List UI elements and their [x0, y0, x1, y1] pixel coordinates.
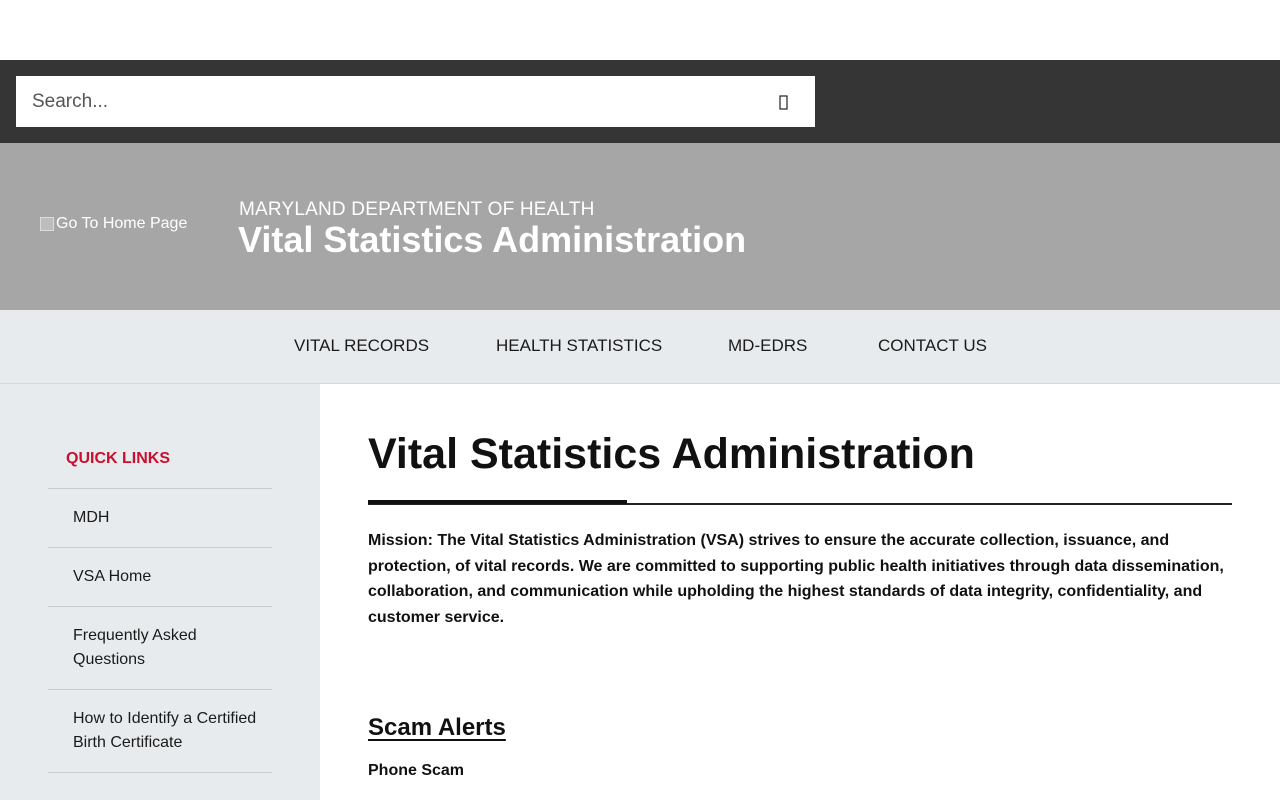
home-logo-link[interactable]: Go To Home Page [40, 215, 187, 233]
quick-links-list: MDH VSA Home Frequently Asked Questions … [48, 488, 272, 773]
site-title: Vital Statistics Administration [238, 219, 747, 260]
main-navigation: VITAL RECORDS HEALTH STATISTICS MD-EDRS … [0, 310, 1280, 384]
quick-link-faq[interactable]: Frequently Asked Questions [48, 607, 272, 690]
search-box [16, 76, 815, 127]
nav-vital-records[interactable]: VITAL RECORDS [294, 336, 429, 356]
broken-image-icon [40, 217, 54, 231]
search-icon [772, 89, 800, 117]
logo-alt-text: Go To Home Page [56, 215, 188, 232]
title-divider-accent [368, 500, 627, 504]
search-button[interactable] [772, 89, 800, 117]
sidebar: QUICK LINKS MDH VSA Home Frequently Aske… [0, 384, 320, 800]
scam-alerts-heading[interactable]: Scam Alerts [368, 714, 506, 742]
quick-link-vsa-home[interactable]: VSA Home [48, 548, 272, 607]
main-content: Vital Statistics Administration Mission:… [320, 384, 1280, 800]
nav-md-edrs[interactable]: MD-EDRS [728, 336, 807, 356]
mission-statement: Mission: The Vital Statistics Administra… [368, 532, 1224, 626]
nav-health-statistics[interactable]: HEALTH STATISTICS [496, 336, 662, 356]
quick-link-identify-certificate[interactable]: How to Identify a Certified Birth Certif… [48, 690, 272, 773]
search-bar [0, 60, 1280, 143]
department-name: MARYLAND DEPARTMENT OF HEALTH [239, 199, 595, 220]
phone-scam-subheading: Phone Scam [368, 762, 465, 779]
quick-link-mdh[interactable]: MDH [48, 489, 272, 548]
quick-links-title: QUICK LINKS [66, 450, 170, 467]
top-white-bar [0, 0, 1280, 60]
search-input[interactable] [16, 76, 756, 127]
site-banner: Go To Home Page MARYLAND DEPARTMENT OF H… [0, 143, 1280, 310]
page-title: Vital Statistics Administration [368, 430, 975, 478]
nav-contact-us[interactable]: CONTACT US [878, 336, 987, 356]
